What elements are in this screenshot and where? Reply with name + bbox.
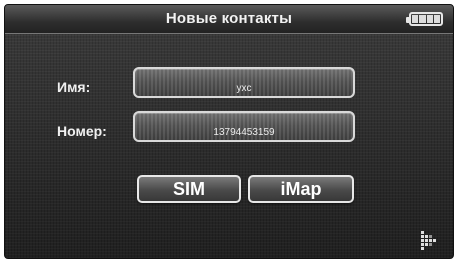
battery-icon [406,12,443,26]
title-bar: Новые контакты [5,5,453,34]
name-field[interactable]: yxc [133,67,355,98]
name-label: Имя: [57,79,91,95]
new-contact-screen: Новые контакты Имя: yxc Номер: 137944531… [4,4,454,259]
number-label: Номер: [57,123,107,139]
number-field[interactable]: 13794453159 [133,111,355,142]
next-arrow-icon[interactable] [419,229,441,256]
imap-button[interactable]: iMap [248,175,354,203]
name-field-value: yxc [236,83,252,94]
page-title: Новые контакты [165,10,293,27]
number-field-value: 13794453159 [213,127,275,138]
sim-button[interactable]: SIM [137,175,241,203]
